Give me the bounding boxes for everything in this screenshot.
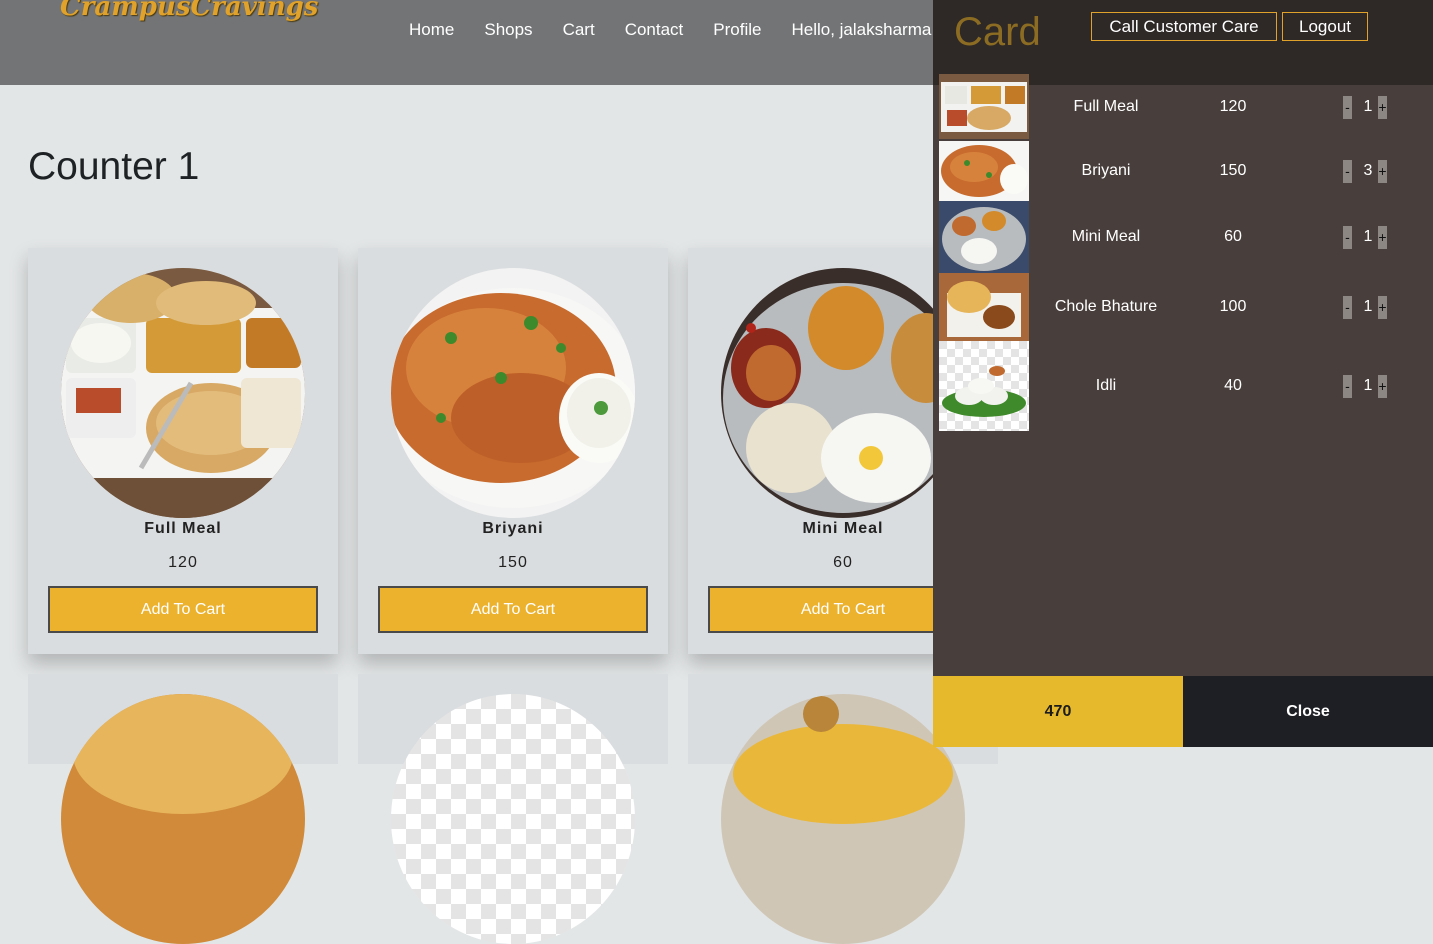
- main-nav: Home Shops Cart Contact Profile Hello, j…: [409, 20, 961, 40]
- mini-meal-image: [721, 268, 965, 518]
- product-card: [358, 674, 668, 944]
- cart-item-row: Mini Meal 60 - 1 +: [939, 201, 1419, 273]
- cart-item-name: Full Meal: [1073, 98, 1139, 115]
- cart-item-row: Full Meal 120 - 1 +: [939, 74, 1419, 139]
- decrease-qty-button[interactable]: -: [1343, 296, 1352, 319]
- idli-thumbnail: [939, 341, 1029, 431]
- page-title: Counter 1: [28, 145, 200, 188]
- nav-profile[interactable]: Profile: [713, 20, 761, 40]
- briyani-image: [391, 268, 635, 518]
- cart-item-price: 100: [1219, 298, 1247, 315]
- full-meal-image: [61, 268, 305, 518]
- product-name: Full Meal: [144, 520, 222, 537]
- chole-bhature-thumbnail: [939, 273, 1029, 341]
- cart-item-price: 120: [1219, 98, 1247, 115]
- product-card: [28, 674, 338, 944]
- add-to-cart-button[interactable]: Add To Cart: [48, 586, 318, 633]
- dosa-image: [721, 694, 965, 944]
- cart-item-row: Idli 40 - 1 +: [939, 341, 1419, 431]
- increase-qty-button[interactable]: +: [1378, 296, 1387, 319]
- increase-qty-button[interactable]: +: [1378, 160, 1387, 183]
- full-meal-thumbnail: [939, 74, 1029, 139]
- increase-qty-button[interactable]: +: [1378, 226, 1387, 249]
- nav-cart[interactable]: Cart: [563, 20, 595, 40]
- decrease-qty-button[interactable]: -: [1343, 96, 1352, 119]
- add-to-cart-button[interactable]: Add To Cart: [378, 586, 648, 633]
- brand-logo[interactable]: CrampusCravings: [60, 0, 318, 22]
- nav-shops[interactable]: Shops: [484, 20, 532, 40]
- product-name: Briyani: [482, 520, 544, 537]
- increase-qty-button[interactable]: +: [1378, 96, 1387, 119]
- cart-item-row: Chole Bhature 100 - 1 +: [939, 273, 1419, 341]
- cart-item-name: Chole Bhature: [1054, 298, 1158, 315]
- cart-item-name: Briyani: [1081, 162, 1131, 179]
- logout-button[interactable]: Logout: [1282, 12, 1368, 41]
- product-card: Full Meal 120 Add To Cart: [28, 248, 338, 654]
- cart-item-price: 150: [1219, 162, 1247, 179]
- decrease-qty-button[interactable]: -: [1343, 375, 1352, 398]
- cart-title: Card: [954, 10, 1041, 54]
- chole-bhature-image: [61, 694, 305, 944]
- cart-total: 470: [933, 676, 1183, 747]
- cart-item-row: Briyani 150 - 3 +: [939, 141, 1419, 201]
- call-customer-care-button[interactable]: Call Customer Care: [1091, 12, 1277, 41]
- decrease-qty-button[interactable]: -: [1343, 226, 1352, 249]
- close-button[interactable]: Close: [1183, 676, 1433, 747]
- product-card: Briyani 150 Add To Cart: [358, 248, 668, 654]
- briyani-thumbnail: [939, 141, 1029, 201]
- mini-meal-thumbnail: [939, 201, 1029, 273]
- nav-home[interactable]: Home: [409, 20, 454, 40]
- idli-image: [391, 694, 635, 944]
- decrease-qty-button[interactable]: -: [1343, 160, 1352, 183]
- product-price: 120: [168, 554, 198, 571]
- user-greeting: Hello, jalaksharma: [791, 20, 932, 39]
- cart-item-price: 60: [1224, 228, 1242, 245]
- cart-panel: Card Call Customer Care Logout Full Meal…: [933, 0, 1433, 747]
- cart-item-name: Mini Meal: [1071, 228, 1141, 245]
- cart-item-name: Idli: [1095, 377, 1117, 394]
- cart-item-price: 40: [1224, 377, 1242, 394]
- product-price: 150: [498, 554, 528, 571]
- increase-qty-button[interactable]: +: [1378, 375, 1387, 398]
- nav-contact[interactable]: Contact: [625, 20, 684, 40]
